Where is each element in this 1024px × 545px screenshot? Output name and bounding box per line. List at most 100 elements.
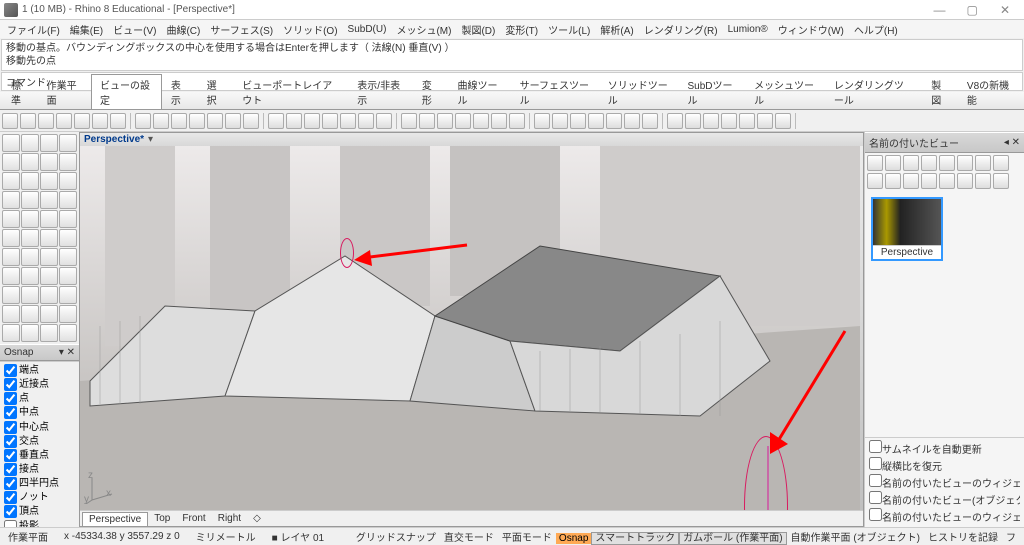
toolbar-button[interactable] [38, 113, 54, 129]
tool-button[interactable] [2, 172, 20, 190]
menu-item[interactable]: ビュー(V) [108, 20, 161, 39]
tool-button[interactable] [21, 172, 39, 190]
named-views-options[interactable]: サムネイルを自動更新縦横比を復元名前の付いたビューのウィジェットを名前の付いたビ… [865, 437, 1024, 527]
main-toolbar[interactable] [0, 110, 1024, 132]
status-units[interactable]: ミリメートル [192, 529, 260, 544]
tool-button[interactable] [59, 172, 77, 190]
status-cell[interactable]: 平面モード [498, 533, 556, 544]
toolbar-button[interactable] [225, 113, 241, 129]
toolbar-button[interactable] [401, 113, 417, 129]
toolbar-button[interactable] [534, 113, 550, 129]
toolbar-button[interactable] [20, 113, 36, 129]
tool-button[interactable] [59, 324, 77, 342]
toolbar-button[interactable] [322, 113, 338, 129]
toolbar-button[interactable] [739, 113, 755, 129]
menu-item[interactable]: メッシュ(M) [391, 20, 456, 39]
toolbar-button[interactable] [2, 113, 18, 129]
osnap-checkbox[interactable] [4, 520, 17, 527]
named-view-thumbnail[interactable]: Perspective [871, 197, 943, 261]
tool-button[interactable] [59, 134, 77, 152]
menu-item[interactable]: 製図(D) [456, 20, 500, 39]
status-cell[interactable]: フ [1002, 533, 1020, 544]
status-cell[interactable]: Osnap [556, 533, 591, 544]
menu-item[interactable]: レンダリング(R) [639, 20, 723, 39]
status-bar[interactable]: 作業平面 x -45334.38 y 3557.29 z 0 ミリメートル ■ … [0, 527, 1024, 544]
status-cell[interactable]: 直交モード [440, 533, 498, 544]
toolbar-button[interactable] [268, 113, 284, 129]
toolbar-button[interactable] [419, 113, 435, 129]
workspace-tab[interactable]: 選択 [198, 74, 234, 109]
toolbar-button[interactable] [340, 113, 356, 129]
toolbar-button[interactable] [135, 113, 151, 129]
toolbar-button[interactable] [92, 113, 108, 129]
viewport-titlebar[interactable]: Perspective*▾ [80, 133, 863, 146]
tool-button[interactable] [21, 229, 39, 247]
side-toolbox[interactable] [0, 132, 79, 344]
panel-tool-button[interactable] [867, 173, 883, 189]
panel-tool-button[interactable] [993, 173, 1009, 189]
tool-button[interactable] [40, 134, 58, 152]
toolbar-button[interactable] [570, 113, 586, 129]
menu-item[interactable]: ヘルプ(H) [849, 20, 903, 39]
toolbar-button[interactable] [171, 113, 187, 129]
status-cell[interactable]: グリッドスナップ [352, 533, 440, 544]
minimize-button[interactable]: — [924, 3, 954, 17]
status-cplane[interactable]: 作業平面 [4, 529, 52, 544]
toolbar-button[interactable] [358, 113, 374, 129]
tool-button[interactable] [21, 286, 39, 304]
workspace-tab[interactable]: サーフェスツール [511, 74, 599, 109]
toolbar-button[interactable] [667, 113, 683, 129]
menu-item[interactable]: サーフェス(S) [205, 20, 278, 39]
viewport-tab[interactable]: Right [212, 512, 247, 525]
toolbar-button[interactable] [491, 113, 507, 129]
osnap-checkbox[interactable] [4, 406, 17, 419]
menu-item[interactable]: 変形(T) [500, 20, 543, 39]
osnap-checkbox[interactable] [4, 435, 17, 448]
menubar[interactable]: ファイル(F)編集(E)ビュー(V)曲線(C)サーフェス(S)ソリッド(O)Su… [0, 20, 1024, 38]
tool-button[interactable] [21, 324, 39, 342]
tool-button[interactable] [2, 191, 20, 209]
toolbar-button[interactable] [304, 113, 320, 129]
panel-tool-button[interactable] [939, 173, 955, 189]
panel-tool-button[interactable] [921, 155, 937, 171]
osnap-checkbox[interactable] [4, 378, 17, 391]
tool-button[interactable] [40, 305, 58, 323]
toolbar-button[interactable] [721, 113, 737, 129]
toolbar-button[interactable] [243, 113, 259, 129]
panel-tool-button[interactable] [903, 173, 919, 189]
viewport-canvas[interactable]: z x y [80, 146, 863, 510]
osnap-checkbox[interactable] [4, 421, 17, 434]
tool-button[interactable] [40, 267, 58, 285]
workspace-tab[interactable]: 曲線ツール [449, 74, 511, 109]
toolbar-button[interactable] [606, 113, 622, 129]
workspace-tab[interactable]: ソリッドツール [599, 74, 679, 109]
panel-tool-button[interactable] [867, 155, 883, 171]
toolbar-button[interactable] [56, 113, 72, 129]
tool-button[interactable] [2, 305, 20, 323]
menu-item[interactable]: ツール(L) [543, 20, 595, 39]
osnap-checkbox[interactable] [4, 477, 17, 490]
tool-button[interactable] [40, 153, 58, 171]
menu-item[interactable]: Lumion® [723, 22, 773, 37]
tool-button[interactable] [21, 134, 39, 152]
viewport-tab[interactable]: Perspective [82, 512, 148, 526]
tool-button[interactable] [40, 286, 58, 304]
viewport-tab[interactable]: Top [148, 512, 176, 525]
workspace-tab[interactable]: V8の新機能 [958, 74, 1022, 109]
workspace-tab[interactable]: 作業平面 [38, 74, 91, 109]
osnap-checkbox[interactable] [4, 491, 17, 504]
workspace-tab[interactable]: メッシュツール [745, 74, 825, 109]
tool-button[interactable] [21, 210, 39, 228]
menu-item[interactable]: ファイル(F) [2, 20, 65, 39]
toolbar-button[interactable] [153, 113, 169, 129]
tool-button[interactable] [59, 229, 77, 247]
osnap-panel-title[interactable]: Osnap▾ ✕ [0, 344, 79, 361]
panel-tool-button[interactable] [903, 155, 919, 171]
workspace-tab[interactable]: ビューポートレイアウト [233, 74, 348, 109]
status-cell[interactable]: ガムボール (作業平面) [679, 532, 786, 545]
status-cell[interactable]: スマートトラック [591, 532, 679, 545]
toolbar-button[interactable] [624, 113, 640, 129]
toolbar-button[interactable] [685, 113, 701, 129]
tool-button[interactable] [2, 153, 20, 171]
viewport-tab[interactable]: Front [176, 512, 211, 525]
